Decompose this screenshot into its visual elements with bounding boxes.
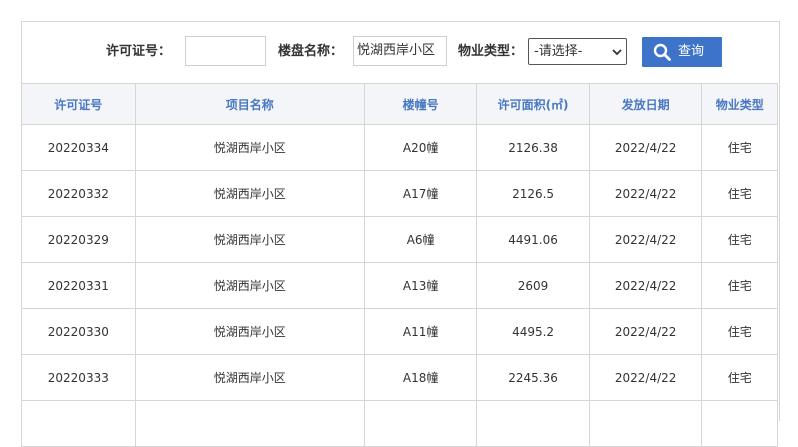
cell-permit-area: 2126.5 — [476, 170, 590, 217]
cell-project-name: 悦湖西岸小区 — [134, 354, 365, 401]
column-header-property-type[interactable]: 物业类型 — [701, 83, 778, 125]
cell-permit-number: 20220330 — [21, 308, 136, 355]
cell-property-type: 住宅 — [701, 354, 778, 401]
cell-building — [363, 400, 478, 447]
query-button[interactable]: 查询 — [642, 37, 722, 67]
property-type-select[interactable]: -请选择- — [528, 38, 627, 65]
table-header-row: 许可证号 项目名称 楼幢号 许可面积(㎡) 发放日期 物业类型 — [21, 83, 778, 125]
cell-issue-date — [588, 400, 703, 447]
cell-permit-area: 2126.38 — [476, 124, 590, 171]
cell-project-name: 悦湖西岸小区 — [134, 170, 365, 217]
column-header-permit-area[interactable]: 许可面积(㎡) — [476, 83, 590, 125]
cell-issue-date: 2022/4/22 — [588, 170, 703, 217]
permit-table: 许可证号 项目名称 楼幢号 许可面积(㎡) 发放日期 物业类型 20220334… — [21, 83, 778, 447]
cell-issue-date: 2022/4/22 — [588, 216, 703, 263]
query-button-label: 查询 — [678, 44, 705, 59]
property-type-selected: -请选择- — [534, 44, 583, 59]
cell-permit-area: 2245.36 — [476, 354, 590, 401]
cell-building: A11幢 — [363, 308, 478, 355]
search-bar: 许可证号： 楼盘名称： 悦湖西岸小区 物业类型： -请选择- 查询 — [22, 22, 779, 83]
cell-property-type: 住宅 — [701, 124, 778, 171]
cell-permit-area: 2609 — [476, 262, 590, 309]
search-icon — [653, 43, 671, 61]
column-header-building[interactable]: 楼幢号 — [363, 83, 478, 125]
permit-query-panel: 许可证号： 楼盘名称： 悦湖西岸小区 物业类型： -请选择- 查询 许可证号 项… — [21, 21, 780, 447]
cell-issue-date: 2022/4/22 — [588, 262, 703, 309]
cell-building: A20幢 — [363, 124, 478, 171]
cell-building: A17幢 — [363, 170, 478, 217]
cell-property-type: 住宅 — [701, 216, 778, 263]
table-row[interactable]: 20220331 悦湖西岸小区 A13幢 2609 2022/4/22 住宅 — [21, 262, 778, 309]
cell-permit-area: 4491.06 — [476, 216, 590, 263]
property-type-label: 物业类型： — [458, 44, 524, 59]
project-name-input[interactable]: 悦湖西岸小区 — [353, 36, 447, 66]
permit-number-label: 许可证号： — [106, 44, 172, 59]
cell-project-name: 悦湖西岸小区 — [134, 308, 365, 355]
cell-project-name — [134, 400, 365, 447]
table-row[interactable]: 20220332 悦湖西岸小区 A17幢 2126.5 2022/4/22 住宅 — [21, 170, 778, 217]
cell-property-type: 住宅 — [701, 170, 778, 217]
cell-permit-number: 20220333 — [21, 354, 136, 401]
column-header-project-name[interactable]: 项目名称 — [134, 83, 365, 125]
cell-project-name: 悦湖西岸小区 — [134, 124, 365, 171]
cell-permit-area: 4495.2 — [476, 308, 590, 355]
cell-issue-date: 2022/4/22 — [588, 354, 703, 401]
permit-number-input[interactable] — [185, 36, 266, 66]
table-row[interactable]: 20220330 悦湖西岸小区 A11幢 4495.2 2022/4/22 住宅 — [21, 308, 778, 355]
cell-building: A18幢 — [363, 354, 478, 401]
table-row[interactable] — [21, 400, 778, 447]
table-row[interactable]: 20220334 悦湖西岸小区 A20幢 2126.38 2022/4/22 住… — [21, 124, 778, 171]
cell-property-type: 住宅 — [701, 308, 778, 355]
chevron-down-icon — [612, 49, 622, 56]
cell-property-type: 住宅 — [701, 262, 778, 309]
cell-permit-number: 20220331 — [21, 262, 136, 309]
table-row[interactable]: 20220329 悦湖西岸小区 A6幢 4491.06 2022/4/22 住宅 — [21, 216, 778, 263]
cell-permit-number — [21, 400, 136, 447]
cell-building: A6幢 — [363, 216, 478, 263]
cell-permit-number: 20220334 — [21, 124, 136, 171]
cell-building: A13幢 — [363, 262, 478, 309]
cell-permit-number: 20220329 — [21, 216, 136, 263]
table-row[interactable]: 20220333 悦湖西岸小区 A18幢 2245.36 2022/4/22 住… — [21, 354, 778, 401]
cell-issue-date: 2022/4/22 — [588, 308, 703, 355]
column-header-issue-date[interactable]: 发放日期 — [588, 83, 703, 125]
project-name-label: 楼盘名称： — [278, 44, 344, 59]
column-header-permit-number[interactable]: 许可证号 — [21, 83, 136, 125]
cell-project-name: 悦湖西岸小区 — [134, 216, 365, 263]
cell-property-type — [701, 400, 778, 447]
cell-issue-date: 2022/4/22 — [588, 124, 703, 171]
cell-permit-area — [476, 400, 590, 447]
cell-permit-number: 20220332 — [21, 170, 136, 217]
cell-project-name: 悦湖西岸小区 — [134, 262, 365, 309]
